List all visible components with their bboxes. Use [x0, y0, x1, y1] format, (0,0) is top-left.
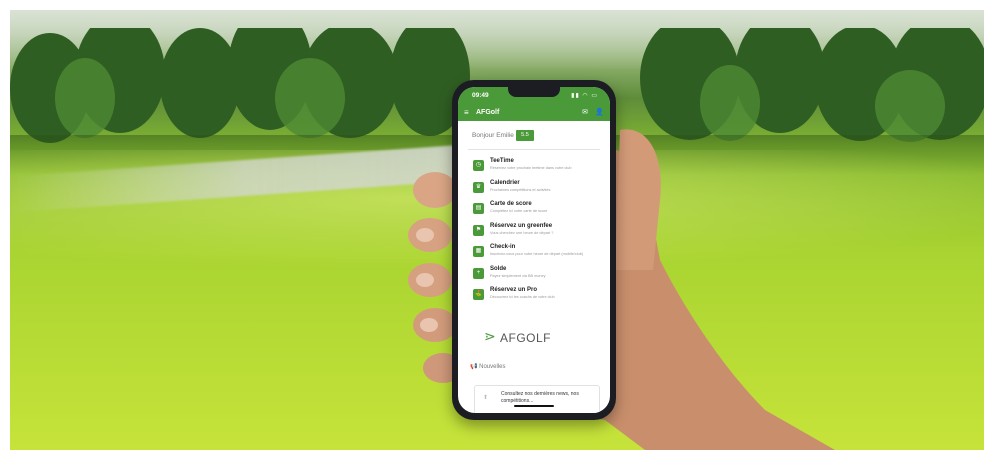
- menu-item-subtitle: Vous cherchez une heure de départ ?: [490, 230, 554, 235]
- flag-icon: ⚑: [473, 224, 484, 236]
- afgolf-logo: ⋗ AFGOLF: [484, 325, 584, 347]
- afgolf-logo-mark-icon: ⋗: [484, 328, 496, 344]
- handicap-badge: 5.5: [516, 130, 534, 141]
- menu-item-subtitle: Prochaines compétitions et activités: [490, 187, 551, 192]
- smartphone: 09:49 ▮▮ ◠ ▭ ≡ AFGolf ✉ 👤 Bonjour Emilie…: [452, 80, 616, 420]
- logo-text: AFGOLF: [500, 331, 552, 345]
- clock-icon: ◷: [473, 160, 484, 171]
- main-menu: ◷ TeeTime Réservez votre prochain teetim…: [468, 157, 606, 308]
- news-thumbnail-icon: ⬆: [483, 395, 489, 401]
- status-time: 09:49: [472, 92, 489, 99]
- menu-item-title: Solde: [490, 265, 507, 272]
- news-heading-text: Nouvelles: [479, 364, 506, 370]
- trophy-icon: ♛: [473, 181, 484, 193]
- divider: [468, 149, 600, 150]
- menu-item-teetime[interactable]: ◷ TeeTime Réservez votre prochain teetim…: [468, 157, 606, 179]
- menu-item-title: Calendrier: [490, 179, 520, 186]
- app-title: AFGolf: [476, 109, 500, 116]
- app-bar: ≡ AFGolf ✉ 👤: [458, 105, 610, 121]
- menu-item-subtitle: Réservez votre prochain teetime dans vot…: [490, 166, 572, 170]
- pro-icon: ⛳: [473, 289, 484, 300]
- menu-item-solde[interactable]: + Solde Payez simplement via BB money: [468, 265, 606, 287]
- scorecard-icon: ▤: [473, 203, 484, 214]
- menu-item-carte-de-score[interactable]: ▤ Carte de score Complétez ici votre car…: [468, 200, 606, 222]
- news-heading: 📢 Nouvelles: [470, 364, 506, 370]
- menu-item-title: Réservez un Pro: [490, 287, 538, 293]
- checkin-icon: ▦: [473, 246, 484, 257]
- menu-item-title: TeeTime: [490, 158, 514, 164]
- user-icon[interactable]: 👤: [595, 108, 604, 116]
- menu-item-check-in[interactable]: ▦ Check-in Inscrivez-vous pour votre heu…: [468, 243, 606, 265]
- menu-item-calendrier[interactable]: ♛ Calendrier Prochaines compétitions et …: [468, 179, 606, 201]
- menu-item-title: Check-in: [490, 244, 516, 250]
- news-card-text: Consultez nos dernières news, nos compét…: [501, 391, 579, 404]
- menu-item-subtitle: Inscrivez-vous pour votre heure de dépar…: [490, 252, 584, 256]
- menu-item-greenfee[interactable]: ⚑ Réservez un greenfee Vous cherchez une…: [468, 222, 606, 244]
- menu-item-title: Réservez un greenfee: [490, 222, 553, 229]
- menu-item-subtitle: Complétez ici votre carte de score: [490, 209, 548, 213]
- greeting-text: Bonjour Emilie: [472, 132, 514, 139]
- menu-item-subtitle: Payez simplement via BB money: [490, 273, 546, 278]
- home-indicator[interactable]: [514, 405, 554, 407]
- plus-icon: +: [473, 267, 484, 279]
- app-screen: 09:49 ▮▮ ◠ ▭ ≡ AFGolf ✉ 👤 Bonjour Emilie…: [458, 87, 610, 413]
- signal-wifi-battery-icon: ▮▮ ◠ ▭: [571, 93, 598, 99]
- news-card[interactable]: ⬆ Consultez nos dernières news, nos comp…: [474, 385, 600, 413]
- mail-icon[interactable]: ✉: [582, 108, 588, 116]
- menu-item-subtitle: Découvrez ici les coachs de votre club: [490, 295, 555, 299]
- menu-item-title: Carte de score: [490, 201, 532, 207]
- phone-notch: [508, 87, 560, 97]
- menu-item-reservez-pro[interactable]: ⛳ Réservez un Pro Découvrez ici les coac…: [468, 286, 606, 308]
- hamburger-menu-icon[interactable]: ≡: [464, 108, 469, 117]
